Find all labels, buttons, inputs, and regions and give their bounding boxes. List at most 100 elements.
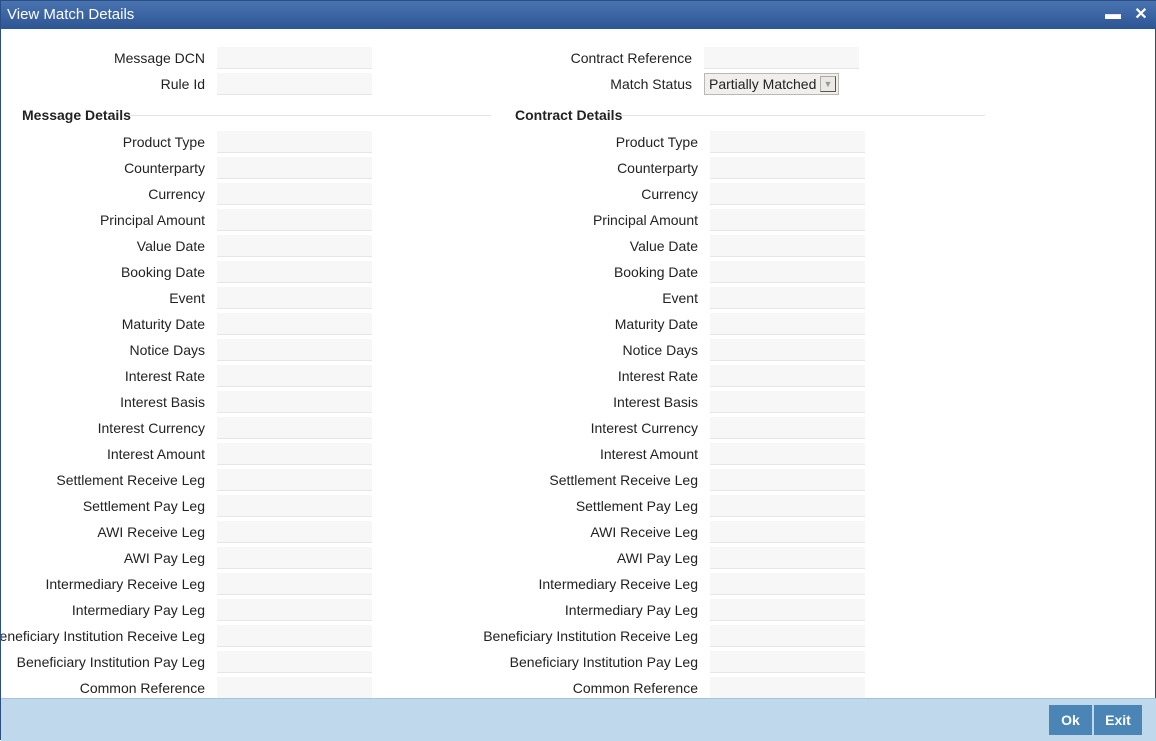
ok-button[interactable]: Ok	[1049, 705, 1092, 735]
contract-notice-days-label: Notice Days	[622, 342, 698, 358]
contract-reference-label: Contract Reference	[570, 50, 692, 66]
match-status-label: Match Status	[610, 76, 692, 92]
contract-intermediary-pay-leg-input[interactable]	[710, 599, 865, 621]
exit-button[interactable]: Exit	[1094, 705, 1142, 735]
contract-awi-pay-leg-input[interactable]	[710, 547, 865, 569]
message-product-type-input[interactable]	[217, 131, 372, 153]
contract-intermediary-receive-leg-label: Intermediary Receive Leg	[538, 576, 698, 592]
message-booking-date-label: Booking Date	[120, 264, 205, 280]
message-interest-currency-label: Interest Currency	[97, 420, 205, 436]
message-booking-date-input[interactable]	[217, 261, 372, 283]
contract-interest-rate-label: Interest Rate	[617, 368, 698, 384]
message-beneficiary-institution-receive-leg-input[interactable]	[217, 625, 372, 647]
message-dcn-label: Message DCN	[113, 50, 205, 66]
contract-currency-label: Currency	[641, 186, 698, 202]
contract-interest-rate-input[interactable]	[710, 365, 865, 387]
contract-value-date-label: Value Date	[629, 238, 698, 254]
form-content: Message DCN Rule Id Contract Reference M…	[1, 29, 1156, 698]
message-intermediary-receive-leg-label: Intermediary Receive Leg	[45, 576, 205, 592]
message-common-reference-input[interactable]	[217, 677, 372, 698]
message-currency-input[interactable]	[217, 183, 372, 205]
message-awi-receive-leg-label: AWI Receive Leg	[97, 524, 205, 540]
message-event-input[interactable]	[217, 287, 372, 309]
divider	[129, 115, 491, 116]
message-beneficiary-institution-receive-leg-label: Beneficiary Institution Receive Leg	[1, 628, 205, 644]
message-interest-rate-input[interactable]	[217, 365, 372, 387]
contract-awi-receive-leg-input[interactable]	[710, 521, 865, 543]
contract-intermediary-pay-leg-label: Intermediary Pay Leg	[564, 602, 698, 618]
contract-principal-amount-label: Principal Amount	[592, 212, 698, 228]
contract-beneficiary-institution-receive-leg-label: Beneficiary Institution Receive Leg	[483, 628, 698, 644]
message-maturity-date-input[interactable]	[217, 313, 372, 335]
message-value-date-label: Value Date	[136, 238, 205, 254]
message-interest-amount-input[interactable]	[217, 443, 372, 465]
message-event-label: Event	[169, 290, 205, 306]
contract-intermediary-receive-leg-input[interactable]	[710, 573, 865, 595]
close-icon[interactable]: ✕	[1131, 5, 1151, 25]
message-intermediary-pay-leg-input[interactable]	[217, 599, 372, 621]
contract-settlement-receive-leg-input[interactable]	[710, 469, 865, 491]
contract-beneficiary-institution-pay-leg-input[interactable]	[710, 651, 865, 673]
contract-booking-date-label: Booking Date	[613, 264, 698, 280]
contract-product-type-label: Product Type	[615, 134, 698, 150]
message-interest-rate-label: Interest Rate	[124, 368, 205, 384]
message-settlement-pay-leg-input[interactable]	[217, 495, 372, 517]
message-awi-receive-leg-input[interactable]	[217, 521, 372, 543]
minimize-icon[interactable]: ▬	[1103, 5, 1123, 25]
contract-booking-date-input[interactable]	[710, 261, 865, 283]
message-notice-days-label: Notice Days	[129, 342, 205, 358]
contract-settlement-receive-leg-label: Settlement Receive Leg	[549, 472, 698, 488]
contract-currency-input[interactable]	[710, 183, 865, 205]
contract-awi-receive-leg-label: AWI Receive Leg	[590, 524, 698, 540]
contract-common-reference-input[interactable]	[710, 677, 865, 698]
rule-id-label: Rule Id	[160, 76, 205, 92]
contract-product-type-input[interactable]	[710, 131, 865, 153]
message-principal-amount-input[interactable]	[217, 209, 372, 231]
contract-principal-amount-input[interactable]	[710, 209, 865, 231]
contract-interest-amount-input[interactable]	[710, 443, 865, 465]
contract-beneficiary-institution-receive-leg-input[interactable]	[710, 625, 865, 647]
message-notice-days-input[interactable]	[217, 339, 372, 361]
match-status-value: Partially Matched	[709, 76, 817, 92]
match-status-select[interactable]: Partially Matched ▼	[704, 73, 839, 95]
message-common-reference-label: Common Reference	[79, 680, 205, 696]
message-maturity-date-label: Maturity Date	[121, 316, 205, 332]
contract-interest-currency-input[interactable]	[710, 417, 865, 439]
contract-beneficiary-institution-pay-leg-label: Beneficiary Institution Pay Leg	[509, 654, 698, 670]
rule-id-input[interactable]	[217, 73, 372, 95]
message-principal-amount-label: Principal Amount	[99, 212, 205, 228]
message-details-heading: Message Details	[22, 107, 131, 123]
message-beneficiary-institution-pay-leg-input[interactable]	[217, 651, 372, 673]
message-counterparty-input[interactable]	[217, 157, 372, 179]
message-interest-currency-input[interactable]	[217, 417, 372, 439]
contract-awi-pay-leg-label: AWI Pay Leg	[616, 550, 698, 566]
contract-reference-input[interactable]	[704, 47, 859, 69]
contract-value-date-input[interactable]	[710, 235, 865, 257]
contract-settlement-pay-leg-input[interactable]	[710, 495, 865, 517]
message-interest-amount-label: Interest Amount	[106, 446, 205, 462]
message-counterparty-label: Counterparty	[124, 160, 205, 176]
contract-counterparty-input[interactable]	[710, 157, 865, 179]
chevron-down-icon[interactable]: ▼	[820, 76, 836, 92]
contract-maturity-date-input[interactable]	[710, 313, 865, 335]
message-awi-pay-leg-input[interactable]	[217, 547, 372, 569]
message-product-type-label: Product Type	[122, 134, 205, 150]
footer-bar: Ok Exit	[1, 698, 1156, 741]
window-title: View Match Details	[7, 6, 135, 23]
contract-common-reference-label: Common Reference	[572, 680, 698, 696]
message-interest-basis-input[interactable]	[217, 391, 372, 413]
message-value-date-input[interactable]	[217, 235, 372, 257]
contract-details-heading: Contract Details	[515, 107, 623, 123]
message-beneficiary-institution-pay-leg-label: Beneficiary Institution Pay Leg	[16, 654, 205, 670]
contract-interest-basis-input[interactable]	[710, 391, 865, 413]
message-intermediary-receive-leg-input[interactable]	[217, 573, 372, 595]
contract-settlement-pay-leg-label: Settlement Pay Leg	[575, 498, 698, 514]
contract-notice-days-input[interactable]	[710, 339, 865, 361]
title-bar: View Match Details ▬ ✕	[1, 1, 1156, 29]
contract-interest-currency-label: Interest Currency	[590, 420, 698, 436]
contract-event-input[interactable]	[710, 287, 865, 309]
contract-interest-amount-label: Interest Amount	[599, 446, 698, 462]
message-settlement-receive-leg-label: Settlement Receive Leg	[56, 472, 205, 488]
message-dcn-input[interactable]	[217, 47, 372, 69]
message-settlement-receive-leg-input[interactable]	[217, 469, 372, 491]
